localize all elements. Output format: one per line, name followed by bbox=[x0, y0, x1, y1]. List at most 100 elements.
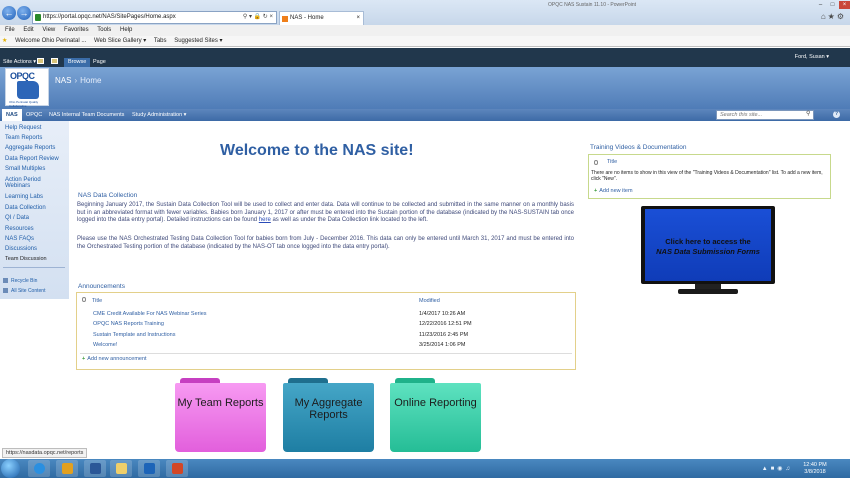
leftnav-learning-labs[interactable]: Learning Labs bbox=[5, 194, 43, 200]
toolbar-icons[interactable]: ⌂★⚙ bbox=[821, 12, 846, 21]
leftnav-team-reports[interactable]: Team Reports bbox=[5, 135, 42, 141]
topnav-nas[interactable]: NAS bbox=[2, 109, 22, 121]
address-bar[interactable]: https://portal.opqc.net/NAS/SitePages/Ho… bbox=[32, 11, 277, 24]
system-tray-icons[interactable]: ▲■◉♫ bbox=[762, 465, 793, 472]
data-submission-monitor[interactable]: Click here to access the NAS Data Submis… bbox=[641, 206, 775, 284]
menu-bar: File Edit View Favorites Tools Help bbox=[0, 25, 850, 36]
opqc-logo[interactable]: OPQC Ohio Perinatal Quality Collaborativ… bbox=[5, 68, 49, 108]
maximize-button[interactable]: □ bbox=[827, 1, 838, 9]
taskbar-explorer[interactable] bbox=[110, 460, 132, 477]
data-collection-title: NAS Data Collection bbox=[78, 192, 138, 199]
start-button[interactable] bbox=[1, 459, 20, 478]
breadcrumb-site[interactable]: NAS bbox=[55, 76, 71, 85]
announcements-list: Title Modified CME Credit Available For … bbox=[76, 292, 576, 370]
taskbar-media[interactable] bbox=[56, 460, 78, 477]
training-list: Title There are no items to show in this… bbox=[588, 154, 831, 199]
all-site-content-icon bbox=[3, 288, 8, 294]
leftnav-help-request[interactable]: Help Request bbox=[5, 125, 41, 131]
leftnav-discussions[interactable]: Discussions bbox=[5, 246, 37, 252]
announcement-title[interactable]: CME Credit Available For NAS Webinar Ser… bbox=[93, 311, 207, 317]
favorites-star-icon[interactable]: ★ bbox=[2, 38, 7, 44]
leftnav-recycle-bin[interactable]: Recycle Bin bbox=[3, 278, 37, 284]
leftnav-team-discussion[interactable]: Team Discussion bbox=[5, 256, 47, 262]
edit-page-icon[interactable] bbox=[51, 58, 58, 64]
search-icon[interactable]: ⚲ bbox=[806, 111, 813, 118]
tab-title: NAS - Home bbox=[290, 15, 324, 21]
leftnav-resources[interactable]: Resources bbox=[5, 226, 34, 232]
menu-favorites[interactable]: Favorites bbox=[64, 27, 89, 33]
browser-tab[interactable]: NAS - Home × bbox=[279, 11, 364, 25]
announcement-title[interactable]: Sustain Template and Instructions bbox=[93, 332, 175, 338]
navigate-up-icon[interactable] bbox=[37, 58, 44, 64]
training-title[interactable]: Training Videos & Documentation bbox=[590, 144, 686, 151]
folder-icon bbox=[390, 383, 481, 452]
add-training-item-link[interactable]: + Add new item bbox=[594, 188, 633, 194]
browser-titlebar: ← → https://portal.opqc.net/NAS/SitePage… bbox=[0, 0, 850, 25]
recycle-bin-icon bbox=[3, 278, 8, 284]
leftnav-all-site-content[interactable]: All Site Content bbox=[3, 288, 45, 294]
leftnav-data-collection[interactable]: Data Collection bbox=[5, 205, 46, 211]
site-actions-menu[interactable]: Site Actions ▾ bbox=[3, 59, 36, 65]
user-menu[interactable]: Ford, Susan ▾ bbox=[795, 54, 829, 60]
taskbar-ie[interactable] bbox=[28, 460, 50, 477]
ohio-map-icon bbox=[17, 81, 39, 99]
forward-button[interactable]: → bbox=[17, 6, 31, 20]
search-input[interactable] bbox=[716, 110, 814, 120]
leftnav-small-multiples[interactable]: Small Multiples bbox=[5, 166, 45, 172]
minimize-button[interactable]: – bbox=[815, 1, 826, 9]
fav-web-slice[interactable]: Web Slice Gallery ▾ bbox=[94, 38, 146, 44]
recycle-bin-label: Recycle Bin bbox=[11, 278, 38, 284]
topnav-opqc[interactable]: OPQC bbox=[22, 109, 46, 121]
add-announcement-link[interactable]: + Add new announcement bbox=[82, 356, 147, 362]
close-window-button[interactable]: × bbox=[839, 1, 850, 9]
clock-time: 12:40 PM bbox=[803, 462, 827, 468]
ribbon-tab-page[interactable]: Page bbox=[89, 58, 110, 67]
leftnav-nas-faqs[interactable]: NAS FAQs bbox=[5, 236, 34, 242]
help-icon[interactable]: ? bbox=[833, 111, 840, 118]
leftnav-webinars[interactable]: Webinars bbox=[5, 183, 30, 189]
instructions-link[interactable]: here bbox=[259, 217, 271, 223]
monitor-line1: Click here to access the bbox=[665, 237, 751, 246]
leftnav-qi-data[interactable]: QI / Data bbox=[5, 215, 29, 221]
menu-file[interactable]: File bbox=[5, 27, 15, 33]
lock-icon bbox=[35, 14, 41, 21]
online-reporting-folder[interactable]: Online Reporting bbox=[390, 378, 481, 452]
taskbar-outlook[interactable] bbox=[138, 460, 160, 477]
training-empty-message: There are no items to show in this view … bbox=[591, 170, 823, 182]
add-icon: + bbox=[594, 188, 598, 194]
announcements-col-modified[interactable]: Modified bbox=[419, 298, 440, 304]
leftnav-data-report-review[interactable]: Data Report Review bbox=[5, 156, 59, 162]
announcements-title[interactable]: Announcements bbox=[78, 283, 125, 290]
menu-tools[interactable]: Tools bbox=[97, 27, 111, 33]
taskbar-powerpoint[interactable] bbox=[166, 460, 188, 477]
fav-suggested[interactable]: Suggested Sites ▾ bbox=[174, 38, 222, 44]
fav-tabs[interactable]: Tabs bbox=[154, 38, 167, 44]
my-aggregate-reports-folder[interactable]: My Aggregate Reports bbox=[283, 378, 374, 452]
menu-edit[interactable]: Edit bbox=[23, 27, 33, 33]
training-col-title[interactable]: Title bbox=[607, 159, 617, 165]
announcement-title[interactable]: OPQC NAS Reports Training bbox=[93, 321, 164, 327]
folder-label: My Team Reports bbox=[177, 397, 264, 409]
leftnav-aggregate-reports[interactable]: Aggregate Reports bbox=[5, 145, 55, 151]
back-button[interactable]: ← bbox=[2, 6, 16, 20]
announcement-title[interactable]: Welcome! bbox=[93, 342, 117, 348]
address-tools-icon[interactable]: ⚲ ▾ 🔒 ↻ × bbox=[243, 12, 273, 23]
announcements-header: Title Modified bbox=[77, 295, 575, 305]
folder-label: Online Reporting bbox=[394, 397, 477, 409]
topnav-internal-docs[interactable]: NAS Internal Team Documents bbox=[45, 109, 128, 121]
taskbar-word[interactable] bbox=[84, 460, 106, 477]
announcements-col-title[interactable]: Title bbox=[92, 298, 102, 304]
my-team-reports-folder[interactable]: My Team Reports bbox=[175, 378, 266, 452]
ribbon-tab-browse[interactable]: Browse bbox=[64, 58, 91, 67]
topnav-study-admin[interactable]: Study Administration ▾ bbox=[128, 109, 190, 121]
fav-welcome[interactable]: Welcome Ohio Perinatal ... bbox=[15, 38, 86, 44]
folder-label: My Aggregate Reports bbox=[294, 397, 363, 421]
site-favicon-icon bbox=[282, 16, 288, 22]
menu-view[interactable]: View bbox=[42, 27, 55, 33]
taskbar-clock[interactable]: 12:40 PM 3/8/2018 bbox=[798, 462, 832, 475]
tab-close-icon[interactable]: × bbox=[356, 12, 360, 25]
breadcrumb-separator: › bbox=[74, 76, 78, 85]
add-announcement-label: Add new announcement bbox=[87, 356, 147, 362]
window-title: OPQC NAS Sustain 11.10 - PowerPoint bbox=[548, 2, 637, 8]
menu-help[interactable]: Help bbox=[120, 27, 132, 33]
